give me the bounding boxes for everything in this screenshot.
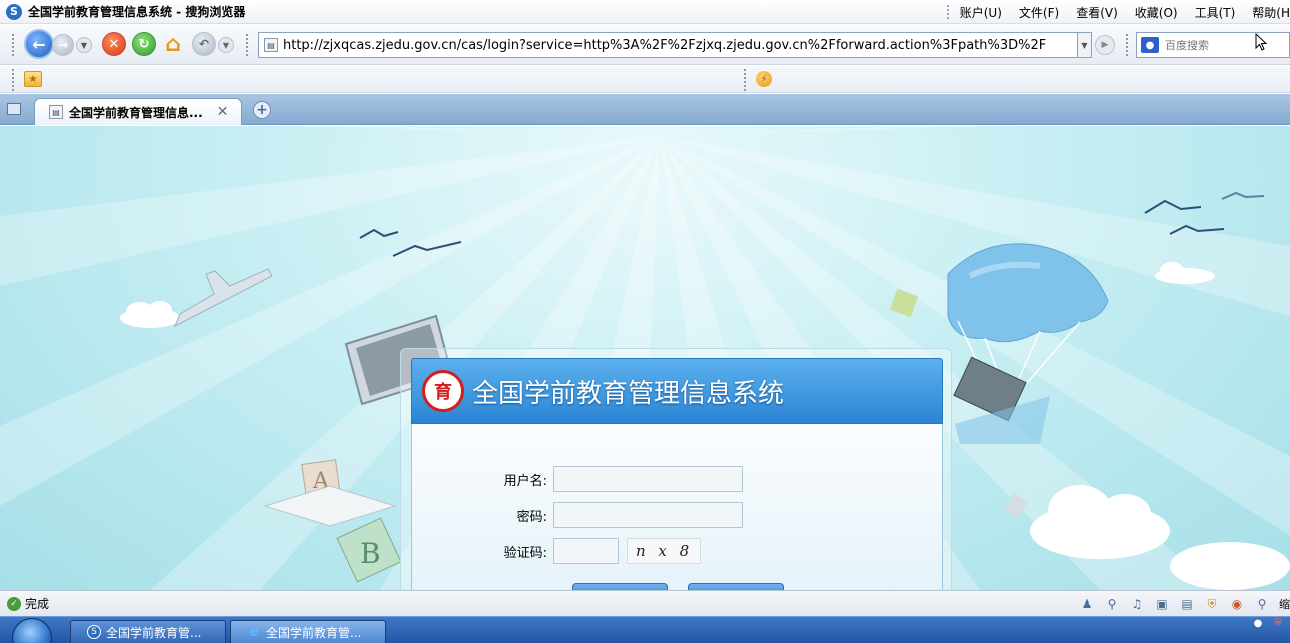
zoom-icon[interactable]: ⚲: [1254, 596, 1270, 612]
speedup-icon[interactable]: ⚡: [756, 71, 772, 87]
url-input[interactable]: [283, 37, 1073, 53]
network-tray-icon[interactable]: ●: [1250, 617, 1266, 629]
login-panel: 育 全国学前教育管理信息系统 用户名: 密码: 验证码: n x 8: [400, 348, 952, 590]
taskbar-item-ie[interactable]: e 全国学前教育管...: [230, 620, 386, 643]
antenna-icon[interactable]: ⚲: [1104, 596, 1120, 612]
close-icon[interactable]: ✕: [217, 104, 229, 120]
refresh-button[interactable]: ↻: [132, 32, 156, 56]
toolbar-grip: [1126, 34, 1129, 56]
captcha-image[interactable]: n x 8: [627, 538, 701, 564]
back-arrow-icon: ←: [32, 34, 46, 54]
tab-active[interactable]: ▤ 全国学前教育管理信息... ✕: [34, 98, 242, 125]
address-bar: ▤: [258, 32, 1078, 58]
chevron-down-icon: ▼: [222, 40, 230, 50]
shield-icon[interactable]: ⛨: [1204, 596, 1220, 612]
go-arrow-icon: ▶: [1101, 40, 1109, 50]
new-tab-button[interactable]: +: [253, 101, 271, 119]
window-title: 全国学前教育管理信息系统 - 搜狗浏览器: [28, 5, 246, 19]
menu-account[interactable]: 账户(U): [960, 4, 1002, 21]
page-content: A B 育 全国学前教育管理信息系统 用户名: 密码: 验证码: n x 8: [0, 126, 1290, 590]
plus-icon: +: [256, 102, 268, 118]
forward-arrow-icon: →: [57, 38, 69, 52]
done-check-icon: ✓: [7, 596, 21, 611]
system-logo-icon: 育: [422, 370, 464, 412]
undo-close-button[interactable]: ↶: [192, 32, 216, 56]
page-icon: ▤: [49, 105, 63, 119]
menu-view[interactable]: 查看(V): [1076, 4, 1118, 21]
internet-explorer-icon: e: [249, 624, 259, 640]
stop-x-icon: ✕: [108, 36, 120, 52]
password-label: 密码:: [516, 509, 547, 525]
chevron-down-icon: ▼: [1081, 40, 1088, 50]
toolbar-grip: [12, 34, 15, 56]
favorites-bar: ★ ⚡: [0, 66, 1290, 93]
sogou-browser-logo-icon: S: [6, 3, 22, 20]
reset-button[interactable]: [688, 583, 784, 590]
baidu-paw-icon[interactable]: ●: [1141, 37, 1159, 53]
security-tray-icon[interactable]: ⛨: [1270, 617, 1286, 629]
login-button[interactable]: [572, 583, 668, 590]
menu-favorites[interactable]: 收藏(O): [1135, 4, 1178, 21]
person-icon[interactable]: ♟: [1079, 596, 1095, 612]
start-button[interactable]: [12, 618, 52, 643]
captcha-label: 验证码:: [503, 545, 547, 561]
tab-list-icon[interactable]: [7, 103, 21, 115]
home-button[interactable]: ⌂: [160, 31, 186, 57]
taskbar-item-sogou[interactable]: S 全国学前教育管...: [70, 620, 226, 643]
tab-bar: ▤ 全国学前教育管理信息... ✕ +: [0, 94, 1290, 125]
menu-bar: 账户(U) 文件(F) 查看(V) 收藏(O) 工具(T) 帮助(H: [946, 0, 1290, 24]
speaker-icon[interactable]: ♫: [1129, 596, 1145, 612]
mouse-cursor-icon: [1255, 33, 1268, 51]
username-input[interactable]: [553, 466, 743, 492]
username-label: 用户名:: [503, 473, 547, 489]
login-system-title: 全国学前教育管理信息系统: [472, 378, 785, 409]
history-dropdown-button[interactable]: ▼: [76, 37, 92, 53]
address-dropdown-button[interactable]: ▼: [1078, 32, 1092, 58]
undo-icon: ↶: [198, 37, 210, 51]
go-button[interactable]: ▶: [1095, 35, 1115, 55]
chevron-down-icon: ▼: [80, 40, 88, 50]
zoom-label[interactable]: 缩: [1279, 596, 1290, 612]
captcha-input[interactable]: [553, 538, 619, 564]
favorites-star-icon[interactable]: ★: [24, 71, 42, 87]
svg-text:B: B: [360, 537, 381, 570]
status-bar: ✓ 完成 ♟ ⚲ ♫ ▣ ▤ ⛨ ◉ ⚲ 缩: [0, 590, 1290, 616]
password-input[interactable]: [553, 502, 743, 528]
login-header: 育 全国学前教育管理信息系统: [411, 358, 943, 424]
username-row: 用户名:: [472, 466, 743, 492]
menu-grip: [946, 5, 950, 19]
login-form: 用户名: 密码: 验证码: n x 8: [411, 424, 943, 590]
system-tray: ● ⛨: [1250, 617, 1290, 643]
eye-icon[interactable]: ◉: [1229, 596, 1245, 612]
stop-button[interactable]: ✕: [102, 32, 126, 56]
favbar-grip: [12, 69, 15, 91]
captcha-row: 验证码: n x 8: [472, 538, 701, 564]
back-button[interactable]: ←: [24, 29, 54, 59]
menu-tools[interactable]: 工具(T): [1195, 4, 1236, 21]
toolbar-grip: [246, 34, 249, 56]
sogou-browser-icon: S: [87, 625, 101, 639]
status-tools: ♟ ⚲ ♫ ▣ ▤ ⛨ ◉ ⚲ 缩: [1079, 591, 1290, 617]
window-icon[interactable]: ▣: [1154, 596, 1170, 612]
undo-dropdown-button[interactable]: ▼: [218, 37, 234, 53]
windows-taskbar: S 全国学前教育管... e 全国学前教育管... ● ⛨: [0, 616, 1290, 643]
tab-title: 全国学前教育管理信息...: [69, 105, 203, 120]
menu-help[interactable]: 帮助(H: [1252, 4, 1290, 21]
favbar-grip: [744, 69, 747, 91]
navigation-toolbar: ← → ▼ ✕ ↻ ⌂ ↶ ▼ ▤ ▼ ▶ ●: [0, 25, 1290, 65]
menu-file[interactable]: 文件(F): [1019, 4, 1059, 21]
taskbar-item-label: 全国学前教育管...: [266, 625, 362, 640]
taskbar-item-label: 全国学前教育管...: [106, 625, 202, 640]
forward-button[interactable]: →: [52, 34, 74, 56]
password-row: 密码:: [472, 502, 743, 528]
layout-icon[interactable]: ▤: [1179, 596, 1195, 612]
home-icon: ⌂: [165, 31, 181, 57]
page-icon: ▤: [264, 38, 278, 52]
refresh-icon: ↻: [138, 36, 150, 52]
window-titlebar: S 全国学前教育管理信息系统 - 搜狗浏览器 账户(U) 文件(F) 查看(V)…: [0, 0, 1290, 24]
status-text: 完成: [25, 597, 50, 611]
